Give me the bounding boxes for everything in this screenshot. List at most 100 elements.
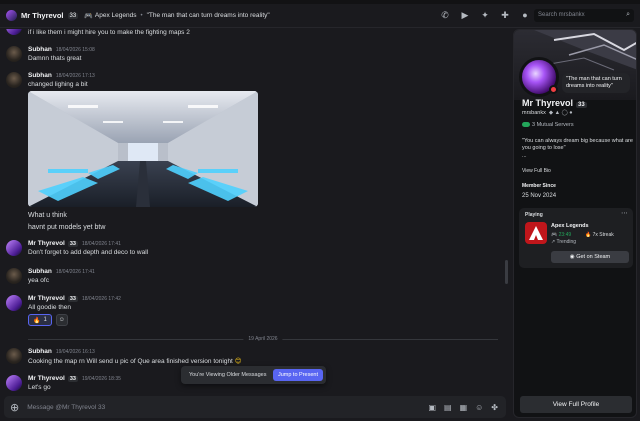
add-attachment-icon[interactable]: ⊕ xyxy=(10,401,19,414)
avatar[interactable] xyxy=(6,295,22,311)
message-author[interactable]: Subhan 18/04/2026 17:41 xyxy=(28,268,95,275)
message-text: changed lighing a bit xyxy=(28,81,88,88)
message-input[interactable]: Message @Mr Thyrevol 33 xyxy=(27,404,428,411)
message-author[interactable]: Mr Thyrevol 33 19/04/2026 18:35 xyxy=(28,375,121,382)
header-user-name[interactable]: Mr Thyrevol xyxy=(21,11,64,20)
apps-icon[interactable]: ✤ xyxy=(491,403,498,412)
profile-username: mrsbankx ◆ ▲ ◯ ● xyxy=(522,110,573,116)
profile-bio: "You can always dream big because what a… xyxy=(522,138,633,159)
avatar[interactable] xyxy=(6,375,22,391)
add-friend-icon[interactable]: ✚ xyxy=(500,10,510,21)
gif-icon[interactable]: ▤ xyxy=(444,403,452,412)
message-list[interactable]: if i like them i might hire you to make … xyxy=(0,29,510,391)
gamepad-icon: 🎮 xyxy=(84,12,93,20)
message-author[interactable]: Mr Thyrevol 33 18/04/2026 17:42 xyxy=(28,295,121,302)
message-text: All goodie then xyxy=(28,304,72,311)
activity-card: Playing ⋯ Apex Legends 🎮 23:49 🔥 7x Stre… xyxy=(519,208,633,268)
avatar[interactable] xyxy=(6,29,22,35)
view-full-profile-button[interactable]: View Full Profile xyxy=(520,396,632,413)
voice-call-icon[interactable]: ✆ xyxy=(440,10,450,21)
emoji-icon[interactable]: ☺ xyxy=(475,403,483,412)
activity-label: Playing xyxy=(525,212,543,218)
apex-legends-icon xyxy=(525,222,547,244)
message-time: 18/04/2026 17:41 xyxy=(81,241,121,247)
date-divider: 19 April 2026 xyxy=(28,336,498,342)
user-tag: 33 xyxy=(67,376,78,382)
message-text: havnt put models yet btw xyxy=(28,224,106,231)
custom-status-bubble: "The man that can turn dreams into reali… xyxy=(562,73,630,94)
message-time: 18/04/2026 17:41 xyxy=(55,269,95,275)
avatar[interactable] xyxy=(6,268,22,284)
fire-emoji-icon: 🔥 xyxy=(33,317,41,324)
message-author[interactable]: Subhan 19/04/2026 16:13 xyxy=(28,348,95,355)
smile-add-icon: ☺ xyxy=(58,317,65,323)
activity-elapsed-time: 🎮 23:49 xyxy=(551,232,572,238)
avatar[interactable] xyxy=(6,348,22,364)
reaction-count: 1 xyxy=(43,317,47,323)
user-profile-panel: "The man that can turn dreams into reali… xyxy=(513,29,637,418)
header-separator: • xyxy=(140,12,143,19)
gift-icon[interactable]: ▣ xyxy=(428,403,436,412)
get-on-steam-button[interactable]: ◉ Get on Steam xyxy=(551,251,629,263)
older-messages-text: You're Viewing Older Messages xyxy=(189,372,267,378)
message-text: Don't forget to add depth and deco to wa… xyxy=(28,249,149,256)
message-time: 18/04/2026 17:42 xyxy=(81,296,121,302)
reaction-bar: 🔥 1 ☺ xyxy=(28,314,68,326)
message-time: 18/04/2026 15:08 xyxy=(55,47,95,53)
grin-emoji-icon: 😊 xyxy=(234,358,242,365)
user-tag: 33 xyxy=(67,241,78,247)
avatar[interactable] xyxy=(6,72,22,88)
profile-avatar[interactable] xyxy=(519,57,559,97)
header-toolbar: ✆ ▶ ✦ ✚ ● xyxy=(440,10,530,21)
activity-streak: 🔥 7x Streak xyxy=(585,232,614,238)
message-text: Damnn thats great xyxy=(28,55,82,62)
message-text: What u think xyxy=(28,212,67,219)
activity-trending: ↗ Trending xyxy=(551,239,577,245)
add-reaction-button[interactable]: ☺ xyxy=(55,314,68,326)
avatar[interactable] xyxy=(6,46,22,62)
dnd-status-icon xyxy=(549,85,558,94)
message-time: 18/04/2026 17:13 xyxy=(55,73,95,79)
image-attachment[interactable] xyxy=(28,91,258,207)
header-status-text: "The man that can turn dreams into reali… xyxy=(146,12,270,19)
pin-icon[interactable]: ✦ xyxy=(480,10,490,21)
date-divider-label: 19 April 2026 xyxy=(243,336,283,342)
composer-toolbar: ▣ ▤ ▦ ☺ ✤ xyxy=(428,403,498,412)
profile-badges-icon: ◆ ▲ ◯ ● xyxy=(548,110,573,116)
member-since-value: 25 Nov 2024 xyxy=(522,193,557,199)
more-options-icon[interactable]: ⋯ xyxy=(621,209,628,217)
message-time: 19/04/2026 16:13 xyxy=(55,349,95,355)
profile-tag: 33 xyxy=(576,102,587,108)
search-placeholder: Search mrsbankx xyxy=(538,12,585,18)
search-input[interactable]: Search mrsbankx ⌕ xyxy=(534,9,634,22)
header-avatar[interactable] xyxy=(6,10,17,21)
message-text: yea ofc xyxy=(28,277,49,284)
message-text: if i like them i might hire you to make … xyxy=(28,29,190,36)
message-author[interactable]: Mr Thyrevol 33 18/04/2026 17:41 xyxy=(28,240,121,247)
older-messages-banner: You're Viewing Older Messages Jump to Pr… xyxy=(181,366,326,384)
avatar[interactable] xyxy=(6,240,22,256)
user-tag: 33 xyxy=(67,296,78,302)
video-call-icon[interactable]: ▶ xyxy=(460,10,470,21)
message-text: Cooking the map rn Will send u pic of Qu… xyxy=(28,358,242,365)
header-game-name: Apex Legends xyxy=(94,12,137,19)
map-screenshot-image xyxy=(28,91,258,207)
message-text: Let's go xyxy=(28,384,51,391)
chat-scrollbar[interactable] xyxy=(505,260,508,284)
user-profile-icon[interactable]: ● xyxy=(520,10,530,21)
message-author[interactable]: Subhan 18/04/2026 17:13 xyxy=(28,72,95,79)
sticker-icon[interactable]: ▦ xyxy=(460,403,468,412)
member-since-label: Member Since xyxy=(522,183,556,189)
header-user-tag: 33 xyxy=(67,12,79,19)
reaction-fire[interactable]: 🔥 1 xyxy=(28,314,52,326)
jump-to-present-button[interactable]: Jump to Present xyxy=(272,369,323,381)
search-icon: ⌕ xyxy=(626,11,630,18)
dm-header: Mr Thyrevol 33 🎮 Apex Legends • "The man… xyxy=(0,4,640,28)
message-author[interactable]: Subhan 18/04/2026 15:08 xyxy=(28,46,95,53)
view-full-bio-link[interactable]: View Full Bio xyxy=(522,168,551,174)
message-time: 19/04/2026 18:35 xyxy=(81,376,121,382)
profile-display-name: Mr Thyrevol 33 xyxy=(522,98,587,108)
message-composer: ⊕ Message @Mr Thyrevol 33 ▣ ▤ ▦ ☺ ✤ xyxy=(4,396,506,418)
mutual-servers-link[interactable]: 3 Mutual Servers xyxy=(522,122,574,128)
steam-icon: ◉ xyxy=(569,254,575,260)
